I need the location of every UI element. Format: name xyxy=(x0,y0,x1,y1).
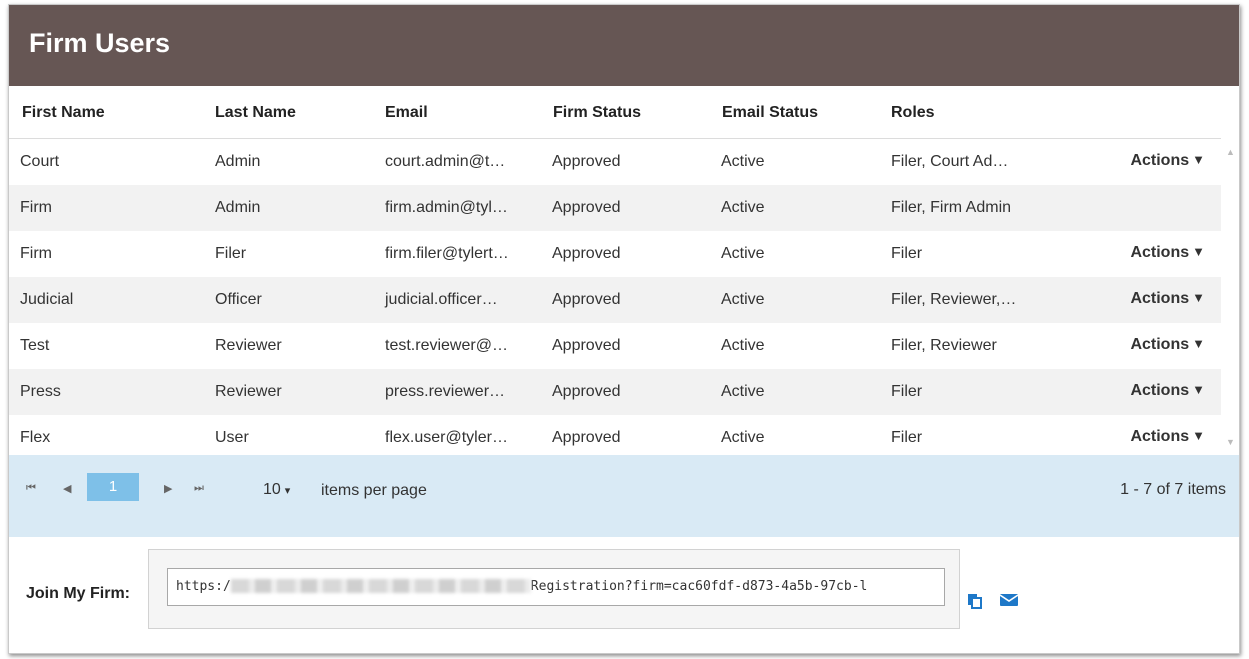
cell-roles: Filer, Firm Admin xyxy=(891,199,1012,216)
cell-email-status: Active xyxy=(721,383,765,400)
cell-email: test.reviewer@… xyxy=(385,337,508,354)
cell-first-name: Flex xyxy=(20,429,51,446)
cell-last-name: User xyxy=(215,429,249,446)
cell-first-name: Court xyxy=(20,153,60,170)
column-header-first-name[interactable]: First Name xyxy=(22,104,105,122)
scroll-up-arrow-icon[interactable]: ▲ xyxy=(1226,147,1235,157)
last-page-icon[interactable]: ⏭ xyxy=(194,482,204,495)
table-row[interactable]: Press Reviewer press.reviewer… Approved … xyxy=(9,369,1221,415)
caret-down-icon: ▼ xyxy=(1192,244,1205,259)
cell-email-status: Active xyxy=(721,291,765,308)
actions-dropdown[interactable]: Actions ▼ xyxy=(1130,428,1205,446)
next-page-icon[interactable]: ▶ xyxy=(164,482,172,495)
column-header-roles[interactable]: Roles xyxy=(891,104,935,122)
pager-info: 1 - 7 of 7 items xyxy=(1120,481,1226,498)
column-header-firm-status[interactable]: Firm Status xyxy=(553,104,641,122)
cell-firm-status: Approved xyxy=(552,337,621,354)
cell-email: flex.user@tyler… xyxy=(385,429,508,446)
table-row[interactable]: Firm Admin firm.admin@tyl… Approved Acti… xyxy=(9,185,1221,231)
join-link-field[interactable]: https:/Registration?firm=cac60fdf-d873-4… xyxy=(167,568,945,606)
cell-firm-status: Approved xyxy=(552,199,621,216)
table-row[interactable]: Court Admin court.admin@t… Approved Acti… xyxy=(9,139,1221,185)
cell-firm-status: Approved xyxy=(552,383,621,400)
current-page-button[interactable]: 1 xyxy=(87,473,139,501)
cell-roles: Filer xyxy=(891,245,923,262)
table-row[interactable]: Judicial Officer judicial.officer… Appro… xyxy=(9,277,1221,323)
column-header-email[interactable]: Email xyxy=(385,104,428,122)
cell-first-name: Judicial xyxy=(20,291,74,308)
caret-down-icon: ▼ xyxy=(1192,382,1205,397)
join-my-firm-label: Join My Firm: xyxy=(26,585,131,602)
cell-firm-status: Approved xyxy=(552,153,621,170)
cell-last-name: Filer xyxy=(215,245,247,262)
cell-email: judicial.officer… xyxy=(385,291,498,308)
cell-roles: Filer, Reviewer xyxy=(891,337,997,354)
cell-last-name: Reviewer xyxy=(215,337,282,354)
caret-down-icon: ▼ xyxy=(1192,428,1205,443)
cell-email-status: Active xyxy=(721,153,765,170)
cell-last-name: Officer xyxy=(215,291,262,308)
column-header-last-name[interactable]: Last Name xyxy=(215,104,296,122)
cell-last-name: Admin xyxy=(215,199,261,216)
table-scrollbar[interactable]: ▲ ▼ xyxy=(1221,139,1239,455)
cell-last-name: Admin xyxy=(215,153,261,170)
cell-email-status: Active xyxy=(721,337,765,354)
table-row[interactable]: Test Reviewer test.reviewer@… Approved A… xyxy=(9,323,1221,369)
table-header: First Name Last Name Email Firm Status E… xyxy=(9,86,1221,139)
cell-roles: Filer, Reviewer,… xyxy=(891,291,1017,308)
pager: ⏮ ◀ 1 ▶ ⏭ 10 ▾ items per page 1 - 7 of 7 … xyxy=(9,455,1239,537)
join-link-container: https:/Registration?firm=cac60fdf-d873-4… xyxy=(148,549,960,629)
actions-dropdown[interactable]: Actions ▼ xyxy=(1130,244,1205,262)
actions-dropdown[interactable]: Actions ▼ xyxy=(1130,382,1205,400)
panel-header: Firm Users xyxy=(9,5,1239,86)
cell-roles: Filer xyxy=(891,429,923,446)
cell-email: press.reviewer… xyxy=(385,383,506,400)
firm-users-panel: Firm Users First Name Last Name Email Fi… xyxy=(8,4,1240,654)
cell-first-name: Press xyxy=(20,383,61,400)
cell-email-status: Active xyxy=(721,199,765,216)
cell-last-name: Reviewer xyxy=(215,383,282,400)
actions-dropdown[interactable]: Actions ▼ xyxy=(1130,336,1205,354)
items-per-page-label: items per page xyxy=(321,482,427,499)
cell-email: court.admin@t… xyxy=(385,153,506,170)
cell-email: firm.filer@tylert… xyxy=(385,245,509,262)
cell-roles: Filer, Court Ad… xyxy=(891,153,1009,170)
cell-first-name: Test xyxy=(20,337,50,354)
first-page-icon[interactable]: ⏮ xyxy=(26,482,36,495)
cell-email-status: Active xyxy=(721,429,765,446)
actions-dropdown[interactable]: Actions ▼ xyxy=(1130,152,1205,170)
column-header-email-status[interactable]: Email Status xyxy=(722,104,818,122)
scroll-down-arrow-icon[interactable]: ▼ xyxy=(1226,437,1235,447)
previous-page-icon[interactable]: ◀ xyxy=(63,482,71,495)
cell-first-name: Firm xyxy=(20,199,52,216)
cell-email-status: Active xyxy=(721,245,765,262)
actions-dropdown[interactable]: Actions ▼ xyxy=(1130,290,1205,308)
cell-firm-status: Approved xyxy=(552,429,621,446)
cell-email: firm.admin@tyl… xyxy=(385,199,508,216)
copy-icon[interactable] xyxy=(967,593,983,614)
chevron-down-icon: ▾ xyxy=(284,485,291,497)
envelope-icon[interactable] xyxy=(999,593,1019,612)
cell-firm-status: Approved xyxy=(552,291,621,308)
items-per-page-select[interactable]: 10 ▾ xyxy=(263,481,290,499)
cell-firm-status: Approved xyxy=(552,245,621,262)
table-row[interactable]: Firm Filer firm.filer@tylert… Approved A… xyxy=(9,231,1221,277)
caret-down-icon: ▼ xyxy=(1192,290,1205,305)
cell-roles: Filer xyxy=(891,383,923,400)
cell-first-name: Firm xyxy=(20,245,52,262)
page-title: Firm Users xyxy=(29,28,171,58)
caret-down-icon: ▼ xyxy=(1192,336,1205,351)
caret-down-icon: ▼ xyxy=(1192,152,1205,167)
redacted-url-segment xyxy=(230,578,531,593)
table-body: Court Admin court.admin@t… Approved Acti… xyxy=(9,139,1221,455)
